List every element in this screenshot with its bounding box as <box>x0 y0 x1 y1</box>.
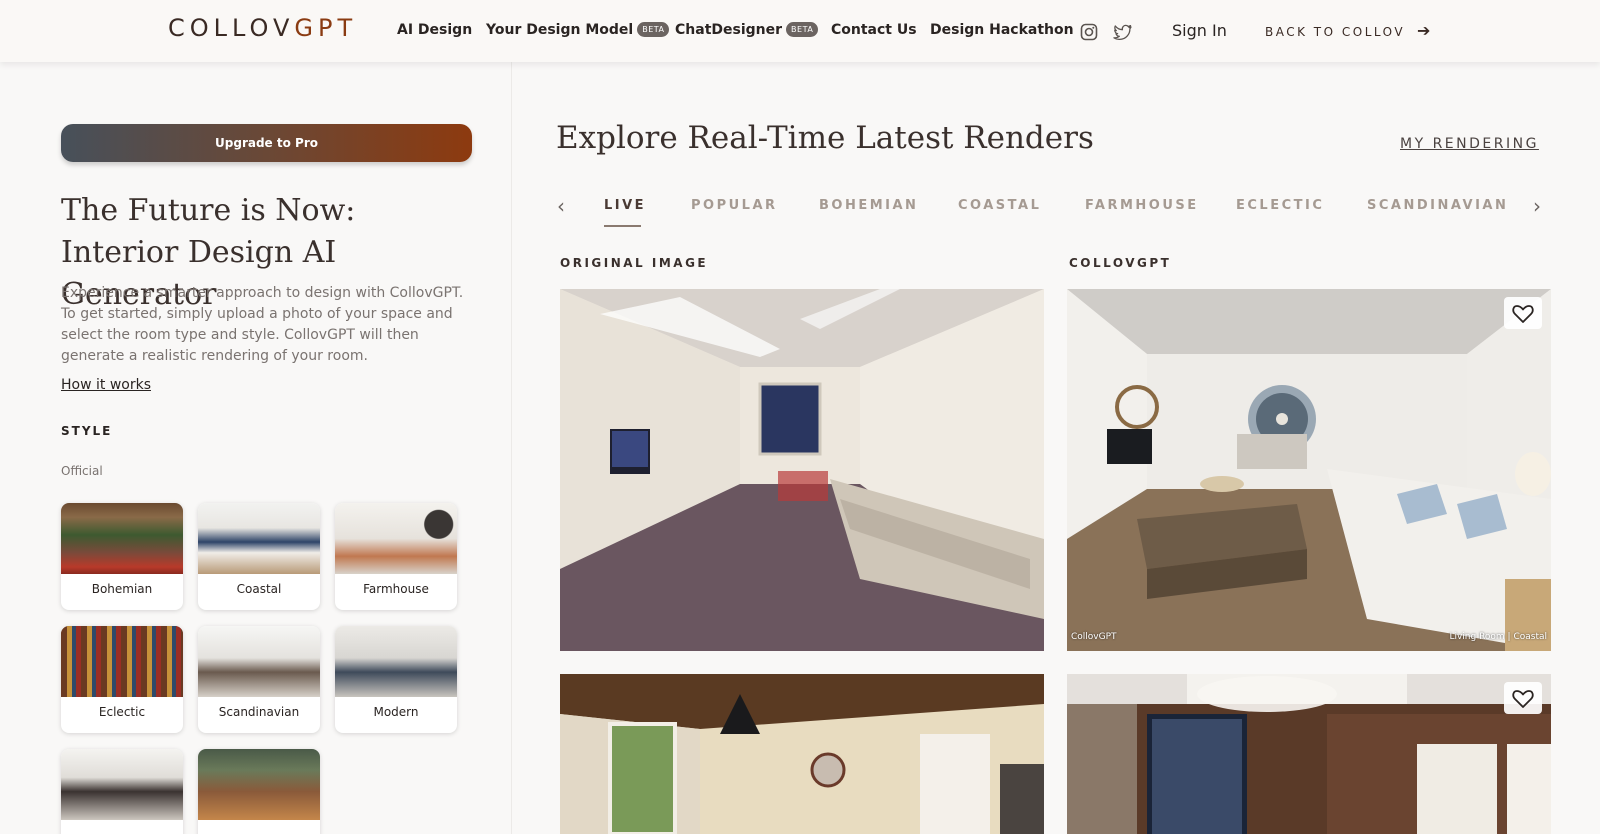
top-navbar: COLLOVGPT AI Design Your Design Model BET… <box>0 0 1600 62</box>
chevron-right-icon[interactable]: › <box>1533 194 1541 218</box>
style-heading: STYLE <box>61 424 113 438</box>
tab-scandinavian[interactable]: SCANDINAVIAN <box>1367 198 1508 213</box>
style-card-label: Scandinavian <box>218 705 300 719</box>
style-card-label: Eclectic <box>98 705 146 719</box>
heart-icon <box>1512 305 1534 323</box>
style-card-thumbnail[interactable] <box>198 749 320 834</box>
style-card-scandinavian[interactable]: Scandinavian <box>198 626 320 733</box>
page-title: Explore Real-Time Latest Renders <box>556 120 1094 156</box>
scandinavian-thumbnail <box>198 626 320 697</box>
tab-eclectic[interactable]: ECLECTIC <box>1236 198 1324 213</box>
nav-design-hackathon-label: Design Hackathon <box>930 22 1074 38</box>
style-thumbnail <box>61 749 183 820</box>
nav-contact-us[interactable]: Contact Us <box>831 22 917 38</box>
hero-description: Experience a smarter approach to design … <box>61 285 464 364</box>
style-card-label: Bohemian <box>91 582 153 596</box>
sign-in-link[interactable]: Sign In <box>1172 21 1227 40</box>
nav-ai-design[interactable]: AI Design <box>397 22 472 38</box>
instagram-icon[interactable] <box>1079 22 1099 42</box>
collovgpt-render-image[interactable] <box>1067 674 1551 834</box>
style-card-coastal[interactable]: Coastal <box>198 503 320 610</box>
nav-ai-design-label: AI Design <box>397 22 473 38</box>
chevron-left-icon[interactable]: ‹ <box>557 194 565 218</box>
render-style-caption: Living Room | Coastal <box>1449 632 1547 642</box>
nav-contact-us-label: Contact Us <box>831 22 917 38</box>
collovgpt-heading: COLLOVGPT <box>1069 256 1172 270</box>
back-to-collov-link[interactable]: BACK TO COLLOV ➔ <box>1265 21 1430 40</box>
style-thumbnail <box>198 749 320 820</box>
favorite-button[interactable] <box>1504 682 1542 714</box>
nav-chatdesigner-label: ChatDesigner <box>675 22 783 38</box>
style-card-label: Modern <box>373 705 419 719</box>
beta-badge: BETA <box>786 22 819 37</box>
arrow-right-icon: ➔ <box>1417 21 1431 40</box>
render-watermark: CollovGPT <box>1071 632 1117 642</box>
nav-your-design-model-label: Your Design Model <box>486 22 634 38</box>
tab-popular[interactable]: POPULAR <box>691 198 778 213</box>
hero-title-line1: The Future is Now: <box>61 193 356 228</box>
bohemian-thumbnail <box>61 503 183 574</box>
tab-farmhouse[interactable]: FARMHOUSE <box>1085 198 1199 213</box>
modern-thumbnail <box>335 626 457 697</box>
style-card-farmhouse[interactable]: Farmhouse <box>335 503 457 610</box>
heart-icon <box>1512 690 1534 708</box>
original-image[interactable] <box>560 289 1044 651</box>
how-it-works-link[interactable]: How it works <box>61 377 151 393</box>
my-rendering-link[interactable]: MY RENDERING <box>1400 136 1539 152</box>
style-card-thumbnail[interactable] <box>61 749 183 834</box>
style-card-label: Coastal <box>236 582 282 596</box>
logo-text-collov: COLLOV <box>168 14 295 42</box>
collovgpt-logo[interactable]: COLLOVGPT <box>168 14 357 42</box>
coastal-living-room-render <box>1067 289 1551 651</box>
twitter-icon[interactable] <box>1113 22 1133 42</box>
farmhouse-thumbnail <box>335 503 457 574</box>
tab-bohemian[interactable]: BOHEMIAN <box>819 198 918 213</box>
back-to-collov-label: BACK TO COLLOV <box>1265 25 1406 39</box>
original-image-heading: ORIGINAL IMAGE <box>560 256 709 270</box>
collovgpt-render-image[interactable]: CollovGPT Living Room | Coastal <box>1067 289 1551 651</box>
style-card-eclectic[interactable]: Eclectic <box>61 626 183 733</box>
eclectic-thumbnail <box>61 626 183 697</box>
nav-design-hackathon[interactable]: Design Hackathon <box>930 22 1074 38</box>
style-card-bohemian[interactable]: Bohemian <box>61 503 183 610</box>
nav-chatdesigner[interactable]: ChatDesigner BETA <box>675 22 819 38</box>
modern-bedroom-render <box>1067 674 1551 834</box>
upgrade-to-pro-button[interactable]: Upgrade to Pro <box>61 124 472 162</box>
coastal-thumbnail <box>198 503 320 574</box>
favorite-button[interactable] <box>1504 297 1542 329</box>
active-tab-indicator <box>604 225 641 227</box>
style-card-label: Farmhouse <box>363 582 429 596</box>
nav-your-design-model[interactable]: Your Design Model BETA <box>486 22 670 38</box>
tab-live[interactable]: LIVE <box>604 198 646 213</box>
style-card-modern[interactable]: Modern <box>335 626 457 733</box>
original-image[interactable] <box>560 674 1044 834</box>
original-dining-room-photo <box>560 674 1044 834</box>
original-living-room-photo <box>560 289 1044 651</box>
logo-text-gpt: GPT <box>294 14 358 42</box>
official-label: Official <box>61 464 103 478</box>
beta-badge: BETA <box>637 22 670 37</box>
sidebar: Upgrade to Pro The Future is Now: Interi… <box>0 62 512 834</box>
tab-coastal[interactable]: COASTAL <box>958 198 1041 213</box>
